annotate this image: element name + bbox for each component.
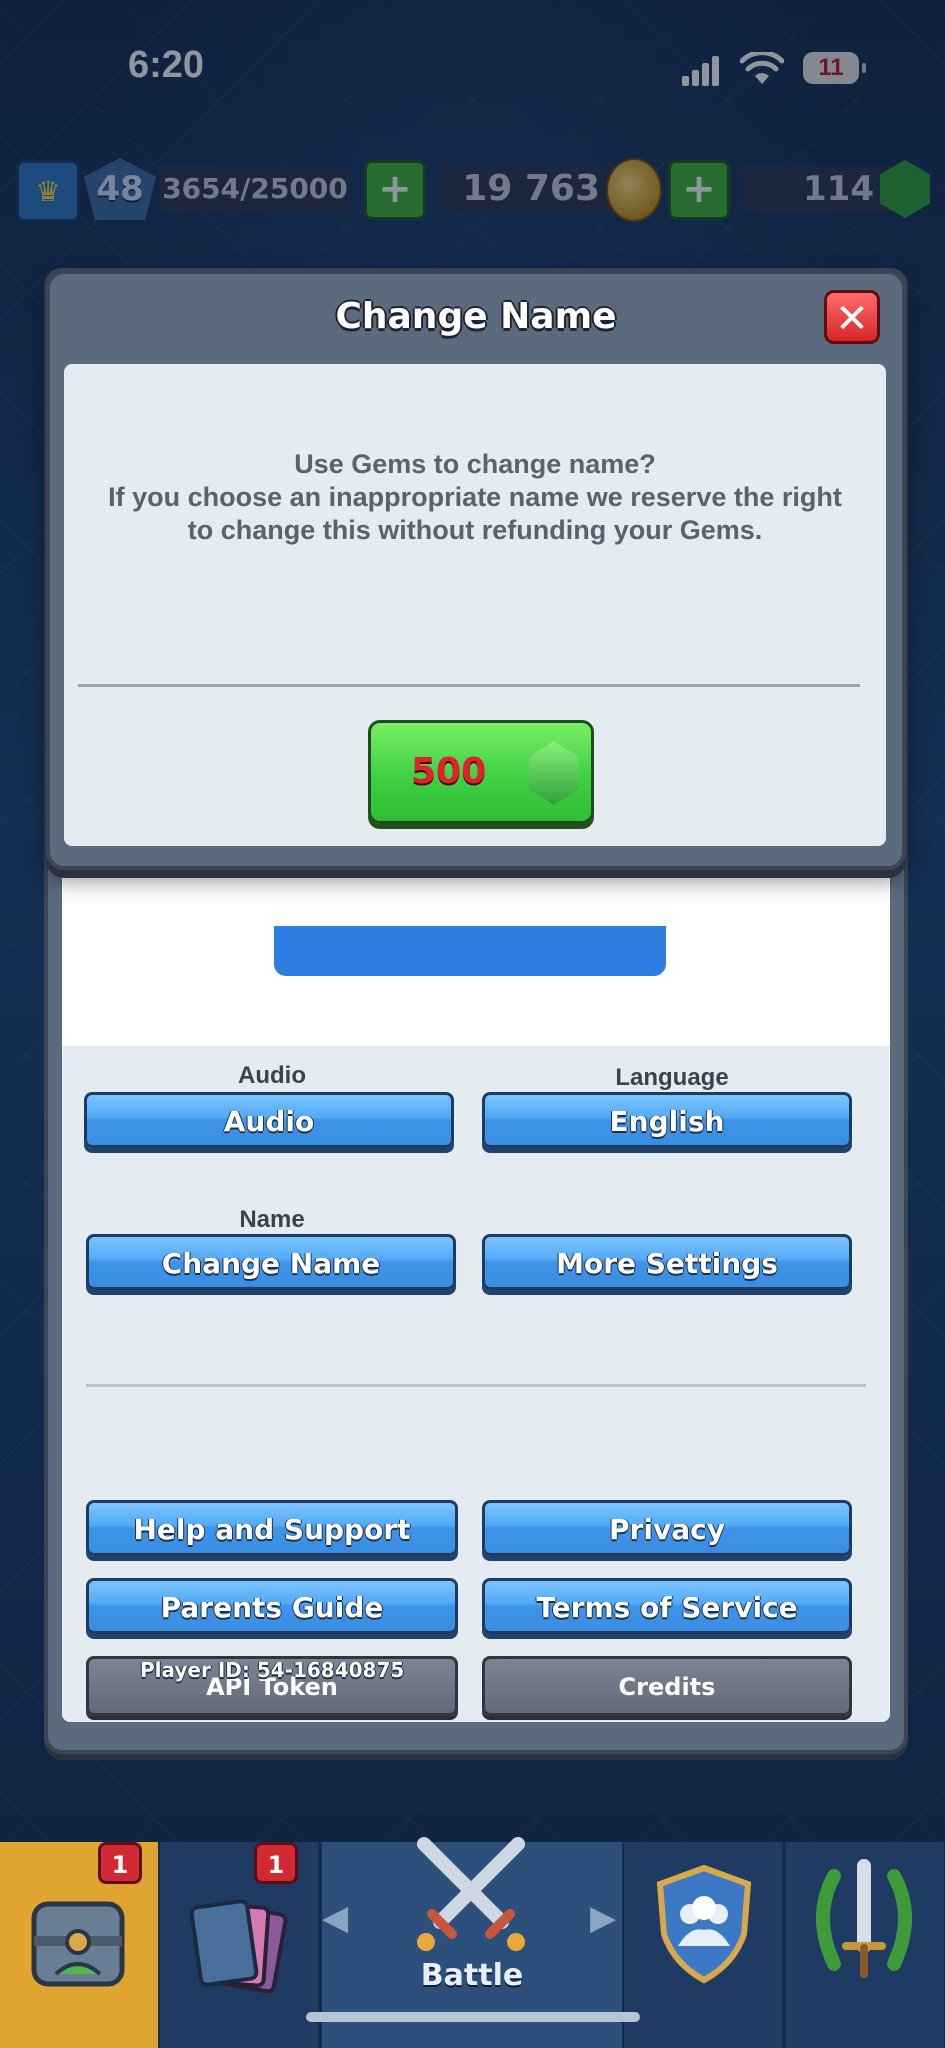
gem-icon [529,741,579,805]
chest-icon [31,1901,125,1987]
audio-label: Audio [238,1062,306,1089]
shop-badge: 1 [98,1842,142,1884]
nav-clan[interactable] [624,1842,782,2048]
audio-button[interactable]: Audio [84,1092,454,1148]
nav-cards[interactable]: 1 [160,1842,318,2048]
modal-divider [78,684,860,687]
modal-message: Use Gems to change name? If you choose a… [94,448,856,547]
terms-of-service-button[interactable]: Terms of Service [482,1578,852,1634]
modal-title: Change Name [335,296,617,337]
laurel-sword-icon [816,1859,912,1978]
name-label: Name [239,1206,305,1233]
chevron-right-icon[interactable]: ▶ [590,1898,616,1938]
change-name-button[interactable]: Change Name [86,1234,456,1290]
modal-warning: If you choose an inappropriate name we r… [108,482,842,545]
gem-price: 500 [411,751,487,792]
chevron-left-icon[interactable]: ◀ [322,1898,348,1938]
cards-badge: 1 [254,1842,298,1884]
settings-tab-button[interactable] [274,926,666,976]
crossed-swords-icon [417,1837,525,1951]
battle-label: Battle [420,1958,524,1993]
credits-button[interactable]: Credits [482,1656,852,1716]
modal-body: Use Gems to change name? If you choose a… [64,364,886,846]
section-divider [86,1384,866,1387]
modal-question: Use Gems to change name? [294,449,656,479]
cards-icon [189,1899,288,1994]
nav-shop[interactable]: 1 [0,1842,158,2048]
close-button[interactable]: ✕ [824,290,880,344]
nav-events[interactable] [786,1842,944,2048]
home-indicator [306,2012,640,2022]
buy-name-change-button[interactable]: 500 [368,720,594,824]
parents-guide-button[interactable]: Parents Guide [86,1578,458,1634]
more-settings-button[interactable]: More Settings [482,1234,852,1290]
change-name-modal: Change Name ✕ Use Gems to change name? I… [46,270,906,870]
help-support-button[interactable]: Help and Support [86,1500,458,1556]
privacy-button[interactable]: Privacy [482,1500,852,1556]
clan-shield-icon [656,1864,752,1984]
language-label: Language [615,1064,729,1091]
language-button[interactable]: English [482,1092,852,1148]
settings-header-strip [62,870,890,1046]
player-id: Player ID: 54-16840875 [140,1658,405,1682]
